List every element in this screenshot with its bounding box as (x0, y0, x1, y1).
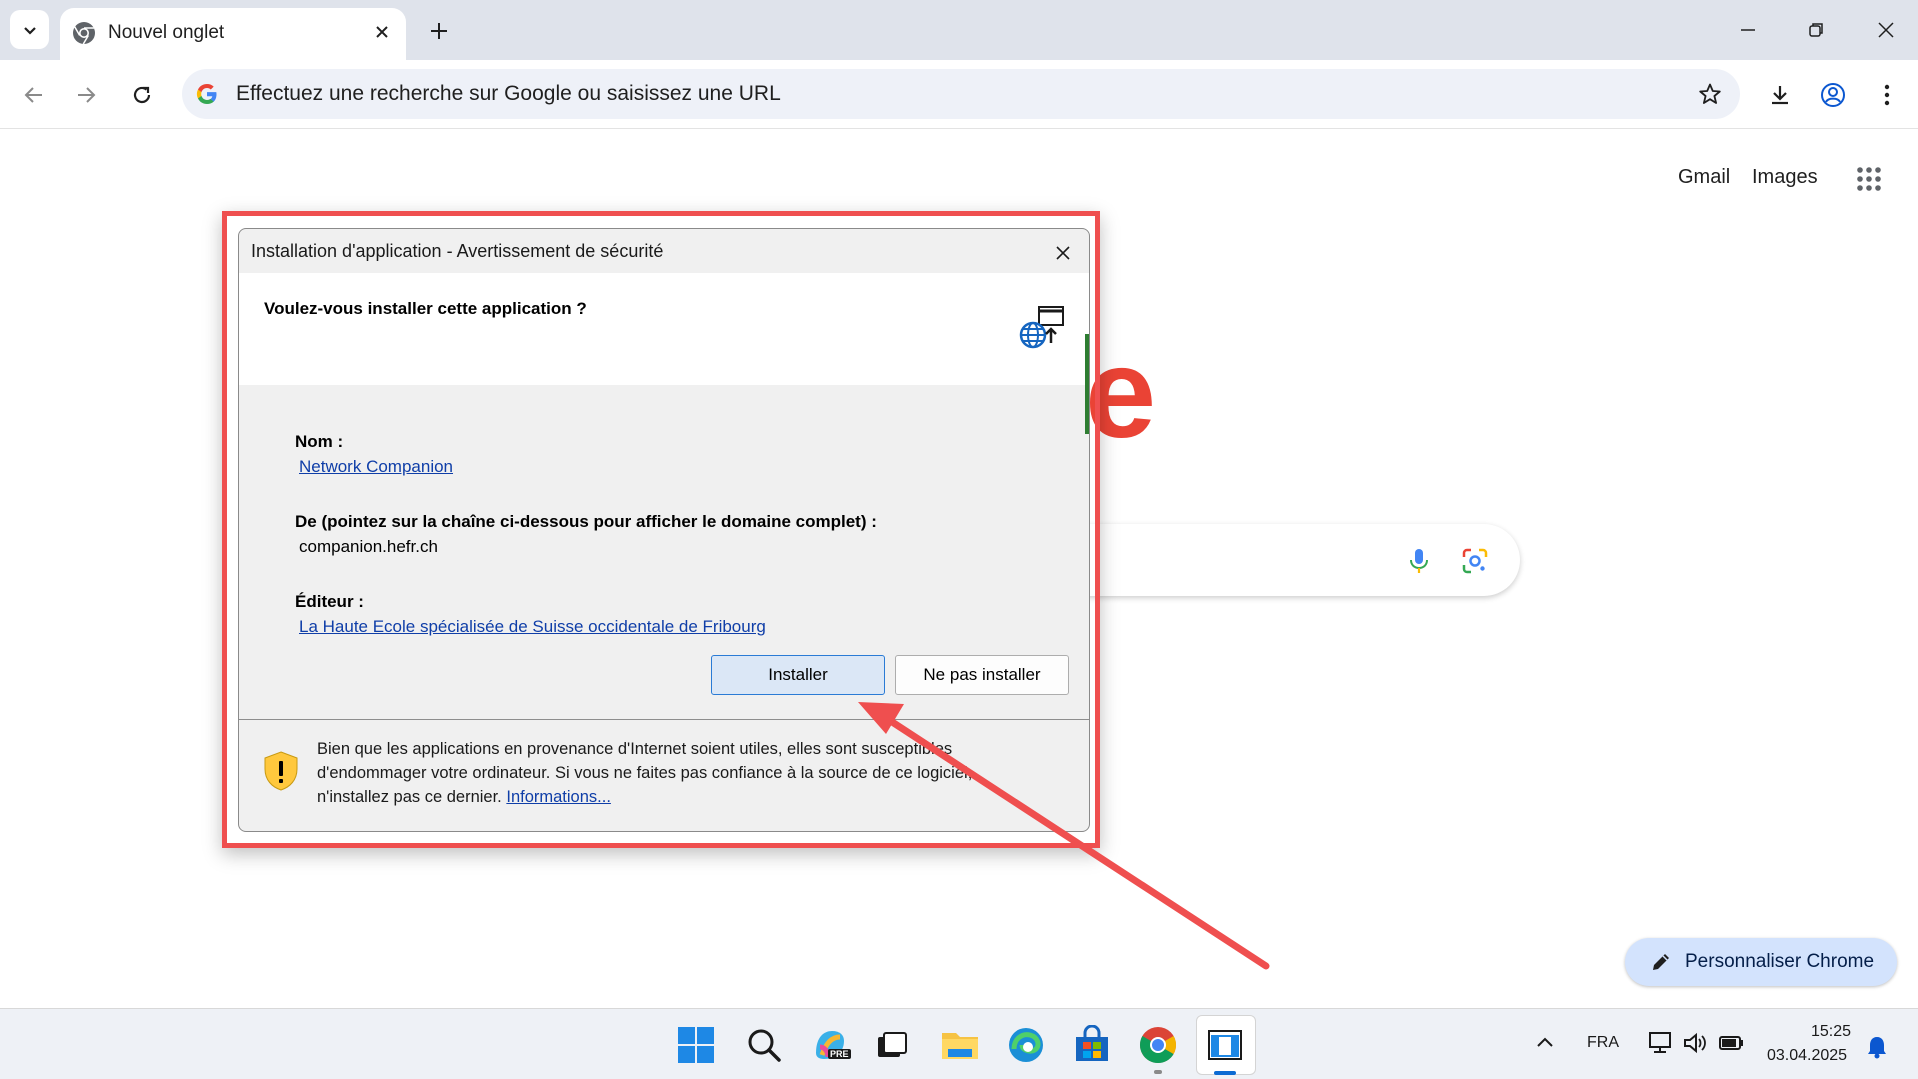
copilot-badge: PRE (828, 1049, 851, 1059)
chrome-taskbar-icon[interactable] (1138, 1025, 1178, 1065)
arrow-left-icon (24, 87, 42, 103)
security-warning-text: Bien que les applications en provenance … (317, 737, 1037, 809)
menu-button[interactable] (1867, 75, 1907, 115)
downloads-button[interactable] (1760, 75, 1800, 115)
install-security-dialog: Installation d'application - Avertisseme… (238, 228, 1090, 832)
reload-button[interactable] (122, 75, 162, 115)
chrome-icon (73, 22, 95, 45)
forward-button[interactable] (66, 75, 106, 115)
informations-link[interactable]: Informations... (506, 788, 611, 806)
active-app-indicator (1214, 1071, 1236, 1075)
language-indicator[interactable]: FRA (1587, 1034, 1619, 1052)
close-icon (1878, 22, 1894, 38)
download-icon (1772, 86, 1788, 105)
pencil-icon (1653, 954, 1669, 970)
copilot-icon[interactable]: PRE (810, 1025, 851, 1065)
tab-search-button[interactable] (10, 10, 49, 49)
volume-icon[interactable] (1682, 1031, 1708, 1055)
browser-toolbar: Effectuez une recherche sur Google ou sa… (0, 60, 1918, 129)
google-lens-icon[interactable] (1460, 546, 1490, 576)
chevron-up-icon[interactable] (1536, 1035, 1554, 1049)
name-label: Nom : (295, 432, 344, 451)
chevron-down-icon (23, 26, 36, 35)
minimize-icon (1741, 29, 1755, 31)
search-icon[interactable] (744, 1025, 784, 1065)
warning-line-3-text: n'installez pas ce dernier. (317, 788, 502, 806)
arrow-right-icon (78, 87, 96, 103)
from-domain: companion.hefr.ch (299, 537, 438, 556)
images-link[interactable]: Images (1752, 166, 1818, 189)
edge-icon[interactable] (1006, 1025, 1046, 1065)
close-icon (1056, 246, 1070, 260)
publisher-label: Éditeur : (295, 592, 364, 611)
network-icon[interactable] (1648, 1031, 1674, 1055)
clock-time[interactable]: 15:25 (1811, 1023, 1851, 1041)
notification-bell-icon[interactable] (1866, 1035, 1888, 1059)
dialog-close-button[interactable] (1047, 237, 1079, 269)
task-view-icon[interactable] (872, 1025, 912, 1065)
warning-line-1: Bien que les applications en provenance … (317, 740, 953, 758)
dialog-header (239, 273, 1089, 385)
tab-new-tab[interactable]: Nouvel onglet (60, 8, 406, 60)
new-tab-button[interactable] (422, 14, 456, 48)
dialog-separator (239, 719, 1089, 720)
customize-chrome-button[interactable]: Personnaliser Chrome (1625, 938, 1897, 986)
bookmark-button[interactable] (1696, 80, 1724, 108)
address-bar[interactable]: Effectuez une recherche sur Google ou sa… (182, 69, 1740, 119)
restore-button[interactable] (1796, 12, 1836, 48)
profile-button[interactable] (1813, 75, 1853, 115)
copilot-logo-icon (816, 1031, 844, 1059)
clock-date[interactable]: 03.04.2025 (1767, 1047, 1847, 1065)
more-vertical-icon (1884, 84, 1890, 106)
google-g-icon (196, 84, 217, 104)
windows-start-icon[interactable] (676, 1025, 716, 1065)
google-apps-icon[interactable] (1856, 166, 1882, 192)
dialog-question: Voulez-vous installer cette application … (264, 299, 587, 318)
file-explorer-icon[interactable] (940, 1025, 980, 1065)
profile-icon (1821, 83, 1845, 107)
star-icon (1699, 83, 1721, 104)
back-button[interactable] (14, 75, 54, 115)
address-bar-placeholder: Effectuez une recherche sur Google ou sa… (236, 82, 781, 105)
gmail-link[interactable]: Gmail (1678, 166, 1730, 189)
minimize-button[interactable] (1728, 12, 1768, 48)
microphone-icon[interactable] (1404, 546, 1434, 576)
install-button[interactable]: Installer (711, 655, 885, 695)
dialog-scrollbar[interactable] (1085, 334, 1089, 434)
tab-strip: Nouvel onglet (0, 0, 1918, 60)
close-icon (376, 26, 388, 38)
app-install-icon (1019, 306, 1064, 349)
warning-line-3: n'installez pas ce dernier. Informations… (317, 785, 1037, 809)
do-not-install-button[interactable]: Ne pas installer (895, 655, 1069, 695)
app-name-link[interactable]: Network Companion (299, 457, 453, 477)
close-window-button[interactable] (1866, 12, 1906, 48)
windows-taskbar: PRE FRA 15:25 03.04.2025 (0, 1008, 1918, 1079)
microsoft-store-icon[interactable] (1072, 1025, 1112, 1065)
tab-title: Nouvel onglet (108, 22, 225, 43)
plus-icon (431, 23, 447, 39)
warning-line-2: d'endommager votre ordinateur. Si vous n… (317, 764, 973, 782)
tab-close-button[interactable] (368, 18, 396, 46)
battery-icon[interactable] (1718, 1031, 1746, 1055)
customize-chrome-label: Personnaliser Chrome (1685, 951, 1875, 972)
warning-shield-icon (264, 751, 298, 791)
app-install-taskbar-icon[interactable] (1205, 1025, 1245, 1065)
from-label: De (pointez sur la chaîne ci-dessous pou… (295, 512, 877, 531)
chrome-running-indicator (1154, 1070, 1162, 1074)
dialog-title: Installation d'application - Avertisseme… (251, 241, 664, 261)
publisher-link[interactable]: La Haute Ecole spécialisée de Suisse occ… (299, 617, 766, 637)
restore-icon (1809, 23, 1823, 37)
reload-icon (133, 86, 151, 104)
